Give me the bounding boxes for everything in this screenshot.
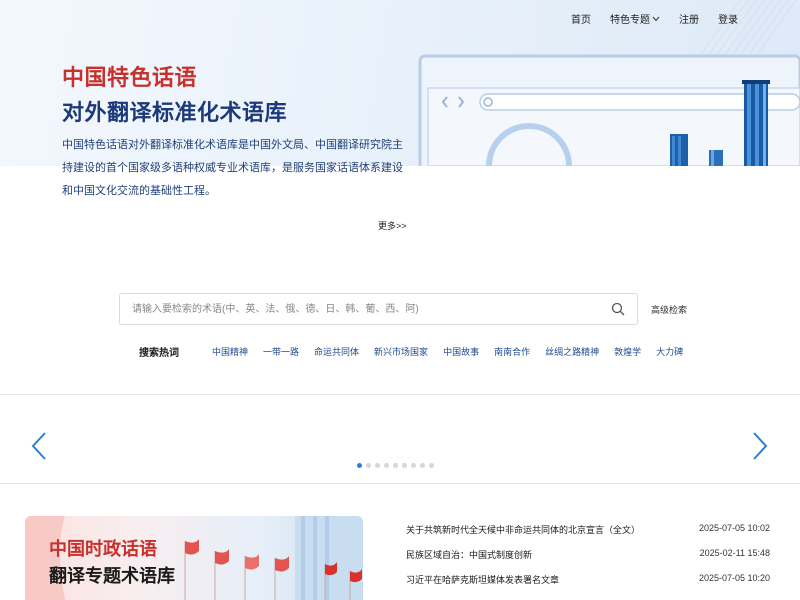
feature-card-political-discourse[interactable]: 中国时政话语 翻译专题术语库	[25, 516, 363, 600]
news-date: 2025-02-11 15:48	[699, 548, 770, 558]
news-title: 民族区域自治：中国式制度创新	[406, 550, 533, 560]
carousel-dot[interactable]	[393, 463, 398, 468]
nav-item-register[interactable]: 注册	[679, 11, 699, 26]
nav-item-special-topics[interactable]: 特色专题	[610, 11, 660, 26]
search-icon[interactable]	[611, 302, 625, 316]
hot-search-term[interactable]: 大力碑	[656, 345, 683, 358]
carousel-dot[interactable]	[357, 463, 362, 468]
carousel-dot[interactable]	[420, 463, 425, 468]
hot-search-term[interactable]: 敦煌学	[614, 345, 641, 358]
hot-search-term[interactable]: 南南合作	[494, 345, 530, 358]
news-title: 习近平在哈萨克斯坦媒体发表署名文章	[406, 575, 560, 585]
hot-search-term[interactable]: 命运共同体	[314, 345, 359, 358]
hero-title-secondary: 对外翻译标准化术语库	[62, 100, 288, 125]
more-link[interactable]: 更多>>	[378, 219, 407, 232]
chevron-right-icon[interactable]	[751, 431, 769, 461]
chevron-left-icon[interactable]	[30, 431, 48, 461]
chevron-down-icon	[652, 16, 660, 21]
news-item[interactable]: 习近平在哈萨克斯坦媒体发表署名文章 2025-07-05 10:20	[406, 566, 770, 591]
news-item[interactable]: 民族区域自治：中国式制度创新 2025-02-11 15:48	[406, 541, 770, 566]
news-list: 关于共筑新时代全天候中非命运共同体的北京宣言（全文） 2025-07-05 10…	[406, 516, 770, 591]
feature-title-primary: 中国时政话语	[49, 539, 157, 559]
news-title: 关于共筑新时代全天候中非命运共同体的北京宣言（全文）	[406, 525, 641, 535]
hero-banner: 首页 特色专题 注册 登录 中国特色话语 对外翻译标准化术语库 中国特色话语对外…	[0, 0, 800, 250]
browser-illustration	[418, 54, 800, 166]
feature-title-secondary: 翻译专题术语库	[49, 566, 175, 586]
nav-item-home[interactable]: 首页	[571, 11, 591, 26]
top-nav: 首页 特色专题 注册 登录	[571, 11, 738, 26]
carousel-dot[interactable]	[402, 463, 407, 468]
news-item[interactable]: 关于共筑新时代全天候中非命运共同体的北京宣言（全文） 2025-07-05 10…	[406, 516, 770, 541]
search-input[interactable]	[132, 294, 602, 324]
news-date: 2025-07-05 10:20	[698, 573, 770, 583]
carousel-dot[interactable]	[384, 463, 389, 468]
hot-search-term[interactable]: 中国精神	[212, 345, 248, 358]
carousel-indicators	[357, 463, 434, 468]
hot-search-list: 中国精神 一带一路 命运共同体 新兴市场国家 中国故事 南南合作 丝绸之路精神 …	[212, 345, 683, 358]
nav-item-label: 特色专题	[610, 15, 650, 26]
hero-description: 中国特色话语对外翻译标准化术语库是中国外文局、中国翻译研究院主持建设的首个国家级…	[62, 139, 403, 197]
hot-search-term[interactable]: 中国故事	[443, 345, 479, 358]
news-date: 2025-07-05 10:02	[698, 523, 770, 533]
carousel	[0, 394, 800, 484]
hot-search-label: 搜索热词	[139, 348, 179, 359]
carousel-dot[interactable]	[375, 463, 380, 468]
carousel-dot[interactable]	[411, 463, 416, 468]
hot-search-term[interactable]: 丝绸之路精神	[545, 345, 599, 358]
hot-search-term[interactable]: 一带一路	[263, 345, 299, 358]
search-box	[119, 293, 638, 325]
hero-title-primary: 中国特色话语	[62, 65, 198, 90]
nav-item-login[interactable]: 登录	[718, 11, 738, 26]
advanced-search-link[interactable]: 高级检索	[651, 303, 687, 316]
carousel-dot[interactable]	[429, 463, 434, 468]
carousel-dot[interactable]	[366, 463, 371, 468]
hot-search-term[interactable]: 新兴市场国家	[374, 345, 428, 358]
